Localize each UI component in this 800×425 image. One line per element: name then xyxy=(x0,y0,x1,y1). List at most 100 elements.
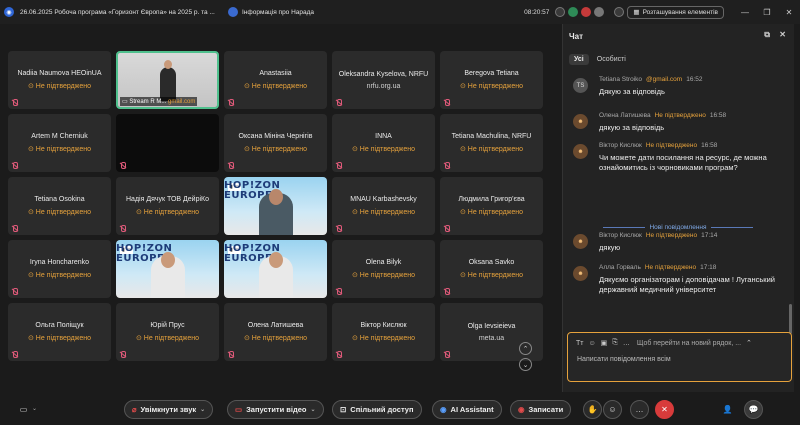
chat-message: ☻ Віктор Кислюк Не підтверджено 17:14 дякую xyxy=(573,232,787,253)
captions-icon[interactable]: ▭ xyxy=(14,400,33,419)
chat-message: ☻ Олена Латишева Не підтверджено 16:58 дякую… xyxy=(573,112,787,133)
avatar-person-icon: ☻ xyxy=(573,144,588,159)
participant-status: ⊙ Не підтверджено xyxy=(459,209,524,216)
ai-assistant-button[interactable]: ◉ AI Assistant xyxy=(432,400,502,419)
message-author-status: Не підтверджено xyxy=(645,232,698,239)
text-format-icon[interactable]: Tт xyxy=(576,340,583,347)
popout-icon[interactable]: ⧉ xyxy=(764,30,770,40)
participant-tile[interactable]: Оксана Мініна Чернігів ⊙ Не підтверджено xyxy=(224,114,327,172)
record-icon: ◉ xyxy=(518,405,525,414)
title-bar: ◉ 26.06.2025 Робоча програма «Горизонт Є… xyxy=(0,0,800,24)
participant-tile[interactable]: Tetiana Machulina, NRFU ⊙ Не підтверджено xyxy=(440,114,543,172)
attachment-icon[interactable]: ⎘ xyxy=(612,339,618,347)
participant-tile[interactable]: INNA ⊙ Не підтверджено xyxy=(332,114,435,172)
message-time: 16:58 xyxy=(701,142,718,149)
minimize-icon[interactable]: — xyxy=(734,8,756,17)
participant-name: Олена Латишева xyxy=(247,322,304,329)
participants-icon[interactable]: 👤 xyxy=(718,400,737,419)
message-composer[interactable]: Tт ☺ ▣ ⎘ … Щоб перейти на новий рядок, .… xyxy=(567,332,792,382)
participant-status: ⊙ Не підтверджено xyxy=(135,209,200,216)
close-chat-icon[interactable]: ✕ xyxy=(779,30,786,39)
participant-tile[interactable]: Iryna Honcharenko ⊙ Не підтверджено xyxy=(8,240,111,298)
message-text: дякую за відповідь xyxy=(599,123,665,132)
message-time: 17:14 xyxy=(701,232,718,239)
participant-tile[interactable]: Tetiana Osokina ⊙ Не підтверджено xyxy=(8,177,111,235)
participant-tile[interactable]: MNAU Karbashevsky ⊙ Не підтверджено xyxy=(332,177,435,235)
page-down-button[interactable]: ⌄ xyxy=(519,358,532,371)
settings-icon[interactable] xyxy=(614,7,625,17)
meeting-info-link[interactable]: Інформація про Нарада xyxy=(242,9,314,16)
emoji-icon[interactable]: ☺ xyxy=(588,340,595,347)
participant-tile[interactable]: ▭ Stream R M... gmail.com xyxy=(116,51,219,109)
layout-button[interactable]: ▦ Розташування елементів xyxy=(627,5,724,19)
participant-tile[interactable]: Anastasiia ⊙ Не підтверджено xyxy=(224,51,327,109)
muted-mic-icon xyxy=(336,288,342,295)
avatar-person-icon: ☻ xyxy=(573,234,588,249)
captions-caret-icon[interactable]: ⌄ xyxy=(32,405,37,412)
share-button[interactable]: ⊡ Спільний доступ xyxy=(332,400,422,419)
chat-scrollbar[interactable] xyxy=(789,304,792,334)
raise-hand-icon[interactable]: ✋ xyxy=(583,400,602,419)
muted-mic-icon xyxy=(12,288,18,295)
muted-mic-icon xyxy=(444,99,450,106)
info-icon[interactable] xyxy=(228,7,238,17)
participant-tile[interactable]: Надія Дячук ТОВ ДейріКо ⊙ Не підтверджено xyxy=(116,177,219,235)
message-text: дякую xyxy=(599,243,621,252)
chat-message: ☻ Віктор Кислюк Не підтверджено 16:58 Чи мож… xyxy=(573,142,787,173)
start-video-button[interactable]: ▭ Запустити відео ⌄ xyxy=(227,400,324,419)
reactions-icon[interactable]: ☺ xyxy=(603,400,622,419)
unmute-caret-icon[interactable]: ⌄ xyxy=(200,406,205,413)
message-author-status: Не підтверджено xyxy=(644,264,697,271)
participant-name: INNA xyxy=(375,133,392,140)
page-up-button[interactable]: ⌃ xyxy=(519,342,532,355)
muted-mic-icon xyxy=(120,351,126,358)
chat-icon[interactable]: 💬 xyxy=(744,400,763,419)
participant-tile[interactable]: Ольга Поліщук ⊙ Не підтверджено xyxy=(8,303,111,361)
participant-tile[interactable]: Oksana Savko ⊙ Не підтверджено xyxy=(440,240,543,298)
close-icon[interactable]: ✕ xyxy=(778,8,800,17)
participant-name: MNAU Karbashevsky xyxy=(350,196,417,203)
participant-tile[interactable]: Olena Bilyk ⊙ Не підтверджено xyxy=(332,240,435,298)
expand-icon[interactable]: ⌃ xyxy=(746,339,752,347)
message-author-status: Не підтверджено xyxy=(645,142,698,149)
participant-tile[interactable]: Людмила Григор'єва ⊙ Не підтверджено xyxy=(440,177,543,235)
more-icon[interactable]: … xyxy=(623,340,630,347)
video-caret-icon[interactable]: ⌄ xyxy=(311,406,316,413)
participant-tile[interactable]: ▮ ▭ HOP!ZON EUROPE xyxy=(224,177,327,235)
message-time: 17:18 xyxy=(700,264,717,271)
ai-assistant-icon: ◉ xyxy=(440,405,447,414)
participant-tile[interactable]: ▮ ▭ HOP!ZON EUROPE xyxy=(224,240,327,298)
chat-message: TS Tetiana Stroiko @gmail.com 16:52 Дякую за… xyxy=(573,76,787,97)
restore-icon[interactable]: ❐ xyxy=(756,8,778,17)
participant-tile[interactable]: Олена Латишева ⊙ Не підтверджено xyxy=(224,303,327,361)
unmute-button[interactable]: ⌀ Увімкнути звук ⌄ xyxy=(124,400,214,419)
participant-name: Beregova Tetiana xyxy=(464,70,519,77)
tab-all[interactable]: Усі xyxy=(569,54,589,65)
participant-tile[interactable]: Nadiia Naumova HEOinUA ⊙ Не підтверджено xyxy=(8,51,111,109)
avatar-person-icon: ☻ xyxy=(573,114,588,129)
gif-icon[interactable]: ▣ xyxy=(601,339,608,347)
participant-status: ⊙ Не підтверджено xyxy=(459,146,524,153)
leave-meeting-icon[interactable]: ✕ xyxy=(655,400,674,419)
record-button[interactable]: ◉ Записати xyxy=(510,400,572,419)
participant-tile[interactable] xyxy=(116,114,219,172)
participant-tile[interactable]: Beregova Tetiana ⊙ Не підтверджено xyxy=(440,51,543,109)
message-input[interactable]: Написати повідомлення всім xyxy=(568,356,791,363)
muted-mic-icon xyxy=(444,351,450,358)
participant-status: meta.ua xyxy=(478,334,505,342)
participant-tile[interactable]: Oleksandra Kyselova, NRFU nrfu.org.ua xyxy=(332,51,435,109)
share-icon: ⊡ xyxy=(340,405,347,414)
muted-mic-icon xyxy=(444,162,450,169)
participant-tile[interactable]: Юрій Прус ⊙ Не підтверджено xyxy=(116,303,219,361)
message-author-status: Не підтверджено xyxy=(654,112,706,119)
more-options-icon[interactable]: … xyxy=(630,400,649,419)
participant-tile[interactable]: Artem M Cherniuk ⊙ Не підтверджено xyxy=(8,114,111,172)
participant-tile[interactable]: Віктор Кислюк ⊙ Не підтверджено xyxy=(332,303,435,361)
participant-tile[interactable]: ▮ ▭ HOP!ZON EUROPE xyxy=(116,240,219,298)
mic-off-icon: ⌀ xyxy=(132,405,137,414)
message-author: Віктор Кислюк xyxy=(599,232,642,239)
muted-mic-icon xyxy=(336,162,342,169)
participant-status: ⊙ Не підтверджено xyxy=(27,272,92,279)
participant-status: ⊙ Не підтверджено xyxy=(27,209,92,216)
tab-private[interactable]: Особисті xyxy=(597,56,626,63)
